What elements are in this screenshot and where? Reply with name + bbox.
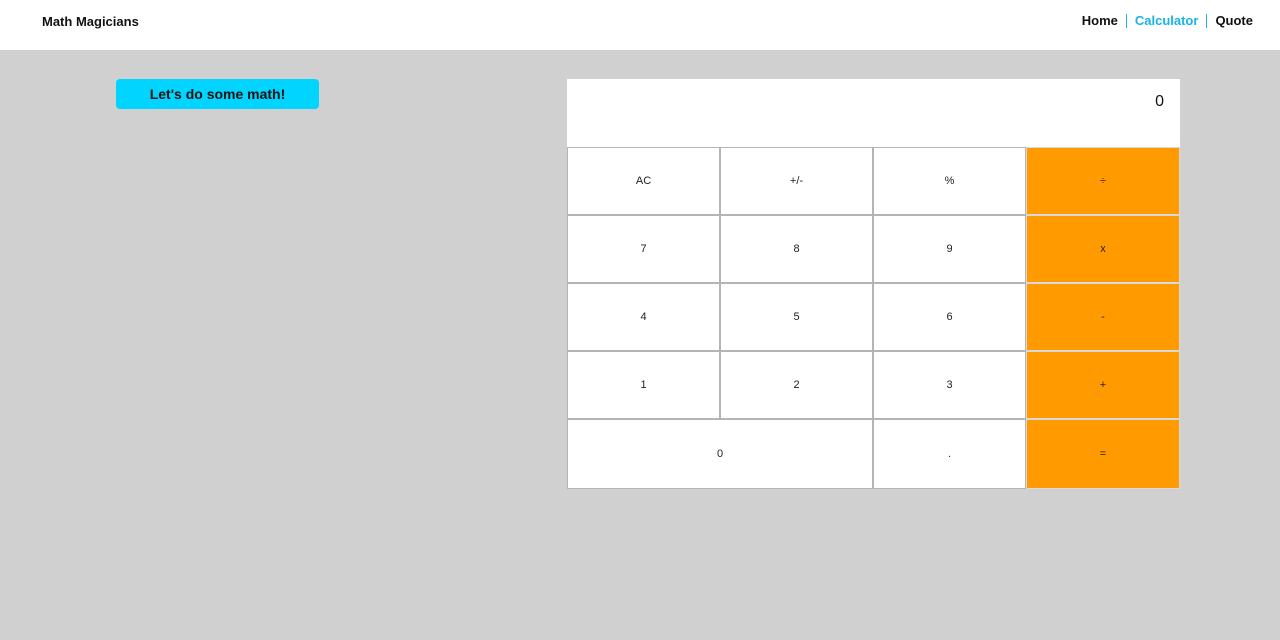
key-decimal[interactable]: . <box>873 419 1026 489</box>
site-logo[interactable]: Math Magicians <box>42 14 139 29</box>
display-value: 0 <box>1155 93 1164 110</box>
key-percent[interactable]: % <box>873 147 1026 215</box>
key-equals[interactable]: = <box>1026 419 1180 489</box>
key-2[interactable]: 2 <box>720 351 873 419</box>
key-3[interactable]: 3 <box>873 351 1026 419</box>
key-add[interactable]: + <box>1026 351 1180 419</box>
key-toggle-sign[interactable]: +/- <box>720 147 873 215</box>
key-divide[interactable]: ÷ <box>1026 147 1180 215</box>
key-6[interactable]: 6 <box>873 283 1026 351</box>
key-clear[interactable]: AC <box>567 147 720 215</box>
calculator-keypad: AC +/- % ÷ 7 8 9 x 4 5 6 - 1 2 3 + 0 . = <box>567 147 1180 489</box>
calculator: 0 AC +/- % ÷ 7 8 9 x 4 5 6 - 1 2 3 + 0 .… <box>567 79 1180 489</box>
key-1[interactable]: 1 <box>567 351 720 419</box>
nav-separator <box>1206 13 1208 28</box>
key-8[interactable]: 8 <box>720 215 873 283</box>
key-0[interactable]: 0 <box>567 419 873 489</box>
top-header: Math Magicians Home Calculator Quote <box>0 0 1280 50</box>
main-nav: Home Calculator Quote <box>1082 13 1253 28</box>
key-5[interactable]: 5 <box>720 283 873 351</box>
key-4[interactable]: 4 <box>567 283 720 351</box>
nav-link-home[interactable]: Home <box>1082 13 1118 28</box>
nav-link-calculator[interactable]: Calculator <box>1135 13 1199 28</box>
lets-do-math-button[interactable]: Let's do some math! <box>116 79 319 109</box>
key-7[interactable]: 7 <box>567 215 720 283</box>
nav-link-quote[interactable]: Quote <box>1215 13 1253 28</box>
nav-separator <box>1125 13 1127 28</box>
key-subtract[interactable]: - <box>1026 283 1180 351</box>
key-multiply[interactable]: x <box>1026 215 1180 283</box>
key-9[interactable]: 9 <box>873 215 1026 283</box>
calculator-display: 0 <box>567 79 1180 147</box>
